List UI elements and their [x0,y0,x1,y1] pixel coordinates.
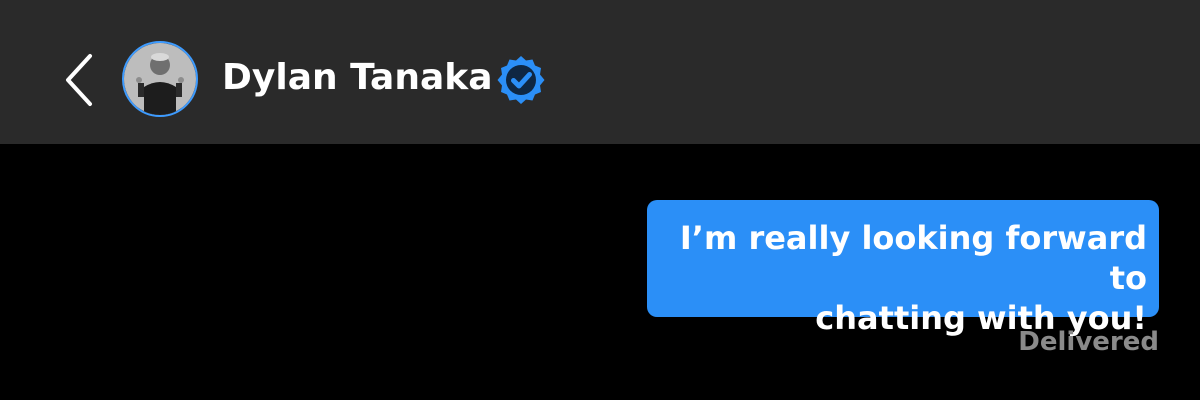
message-bubble-outgoing[interactable]: I’m really looking forward to chatting w… [647,200,1159,337]
chevron-left-icon [66,54,92,106]
message-text: I’m really looking forward to chatting w… [679,219,1147,337]
chat-header: Dylan Tanaka [0,0,1200,144]
verified-badge-icon [493,52,549,108]
chat-screen: Dylan Tanaka I’m really looking forward … [0,0,1200,400]
avatar[interactable] [122,41,198,117]
delivery-status: Delivered [1018,327,1159,357]
back-button[interactable] [52,48,100,112]
profile-photo [124,43,196,115]
contact-name[interactable]: Dylan Tanaka [222,52,493,104]
